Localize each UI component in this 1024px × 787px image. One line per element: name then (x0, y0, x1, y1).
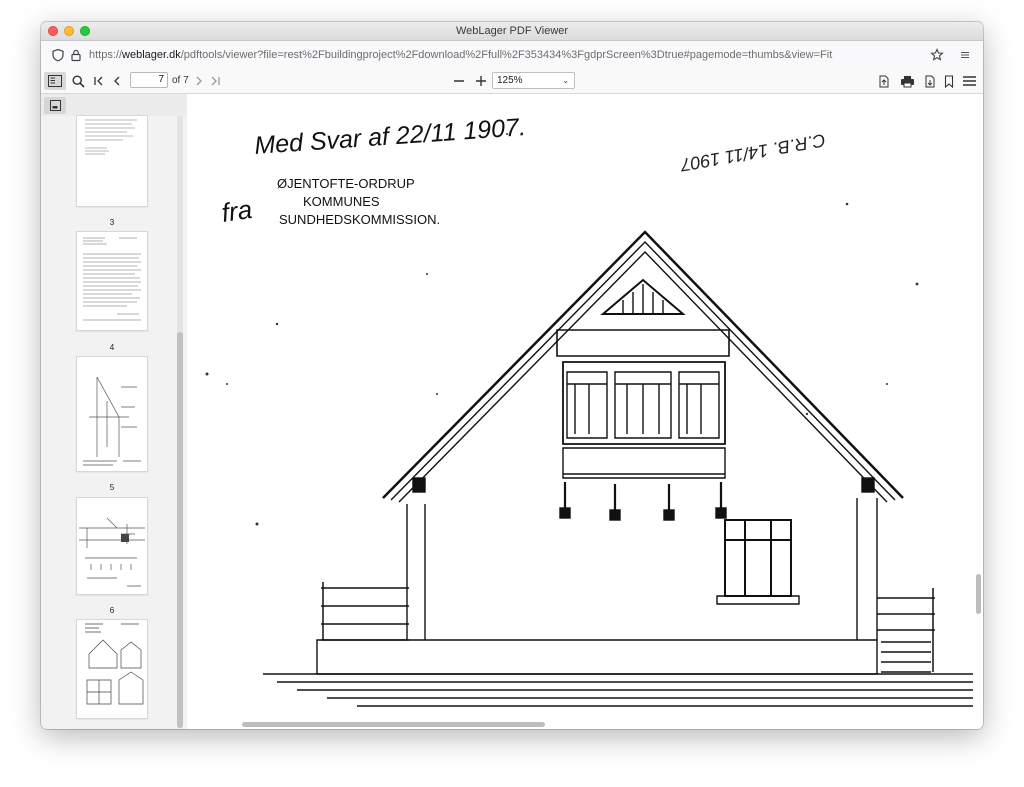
first-page-button[interactable] (92, 72, 106, 90)
stamp-line-1: ØJENTOFTE-ORDRUP (277, 176, 415, 191)
thumbnail-sidebar: 3 4 5 6 (41, 94, 188, 729)
document-page: Med Svar af 22/11 1907. fra ØJENTOFTE-OR… (187, 94, 973, 719)
document-viewport[interactable]: Med Svar af 22/11 1907. fra ØJENTOFTE-OR… (187, 94, 983, 729)
shield-icon[interactable] (51, 48, 65, 62)
window-title: WebLager PDF Viewer (455, 25, 569, 37)
thumbnail-image (85, 623, 144, 705)
thumbnail-image (85, 119, 137, 155)
stamp-line-3: SUNDHEDSKOMMISSION. (279, 212, 440, 227)
address-bar[interactable]: https://weblager.dk/pdftools/viewer?file… (41, 41, 983, 70)
tools-button[interactable] (961, 72, 977, 90)
thumbnail-image (83, 376, 141, 466)
handwritten-prefix: fra (220, 194, 254, 228)
sidebar-scroll-thumb[interactable] (177, 332, 183, 728)
sidebar-toggle-icon (48, 75, 62, 87)
url-host: weblager.dk (122, 49, 181, 61)
zoom-out-icon (454, 80, 464, 82)
previous-page-button[interactable] (111, 72, 123, 90)
stamp-line-2: KOMMUNES (303, 194, 380, 209)
print-icon (900, 75, 914, 87)
lock-icon[interactable] (69, 48, 83, 62)
browser-window: WebLager PDF Viewer https://weblager.dk/… (41, 22, 983, 729)
title-bar: WebLager PDF Viewer (41, 22, 983, 41)
menu-icon[interactable] (958, 48, 972, 62)
url-path: /pdftools/viewer?file=rest%2Fbuildingpro… (180, 49, 833, 61)
next-page-icon (196, 76, 202, 86)
open-file-icon (879, 75, 889, 87)
star-icon[interactable] (930, 48, 944, 62)
last-page-icon (211, 76, 220, 86)
zoom-select[interactable]: 125% ⌄ (492, 72, 575, 89)
open-file-button[interactable] (877, 72, 891, 90)
thumbnail-label[interactable]: 5 (77, 483, 147, 492)
thumbnail-view-button[interactable] (44, 97, 66, 114)
last-page-button[interactable] (208, 72, 222, 90)
thumbnail-image (83, 237, 141, 321)
page-thumbnail-7[interactable] (77, 620, 147, 718)
thumbnail-label[interactable]: 4 (77, 343, 147, 352)
pdf-toolbar: 7 of 7 125% ⌄ (41, 69, 983, 94)
next-page-button[interactable] (193, 72, 205, 90)
search-icon (71, 74, 85, 88)
download-button[interactable] (923, 72, 937, 90)
url-text[interactable]: https://weblager.dk/pdftools/viewer?file… (89, 49, 832, 61)
document-horizontal-scroll-thumb[interactable] (242, 722, 545, 727)
zoom-in-button[interactable] (474, 72, 488, 90)
page-number-input[interactable]: 7 (130, 72, 168, 88)
page-thumbnail-4[interactable] (77, 232, 147, 330)
page-thumbnail-3[interactable] (77, 116, 147, 206)
thumbnail-label[interactable]: 3 (77, 218, 147, 227)
sidebar-toggle-button[interactable] (44, 72, 66, 90)
search-button[interactable] (70, 72, 86, 90)
sidebar-scrollbar[interactable] (177, 116, 183, 728)
download-icon (925, 75, 935, 87)
thumbnail-image (79, 517, 145, 587)
thumbnail-view-icon (49, 100, 61, 111)
page-thumbnail-5[interactable] (77, 357, 147, 471)
first-page-icon (94, 76, 103, 86)
page-count-label: of 7 (172, 75, 189, 86)
previous-page-icon (114, 76, 120, 86)
page-thumbnail-6[interactable] (77, 498, 147, 594)
print-button[interactable] (899, 72, 915, 90)
tools-menu-icon (962, 76, 976, 86)
bookmark-button[interactable] (943, 72, 955, 90)
sidebar-header (41, 94, 187, 116)
thumbnail-label[interactable]: 6 (77, 606, 147, 615)
zoom-value: 125% (497, 75, 523, 86)
zoom-in-icon (476, 76, 486, 86)
chevron-down-icon: ⌄ (562, 76, 569, 85)
bookmark-icon (944, 74, 954, 88)
document-vertical-scroll-thumb[interactable] (976, 574, 981, 614)
url-scheme: https:// (89, 49, 123, 61)
zoom-out-button[interactable] (452, 72, 466, 90)
